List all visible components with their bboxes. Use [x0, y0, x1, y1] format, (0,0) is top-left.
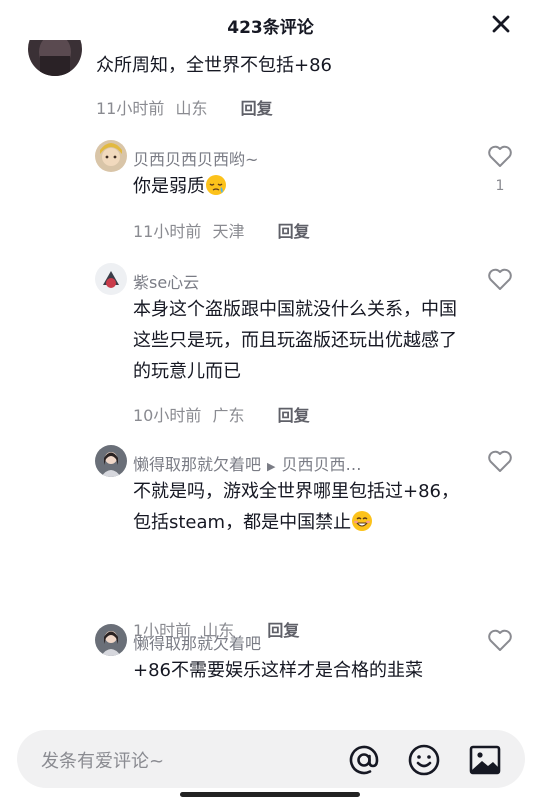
close-icon	[492, 15, 510, 33]
reply-to-username[interactable]: 贝西贝西…	[281, 455, 361, 474]
like-button[interactable]: 1	[487, 144, 513, 194]
comment-username[interactable]: 懒得取那就欠着吧	[133, 630, 261, 654]
comment-time: 11小时前	[133, 222, 202, 241]
comment-text: 你是弱质	[133, 176, 205, 197]
comment-text-row: 你是弱质	[133, 171, 463, 202]
grinning-face-emoji	[352, 511, 373, 531]
comment-location: 天津	[212, 222, 245, 241]
reply-button[interactable]: 回复	[241, 99, 273, 118]
comment-meta: 11小时前 天津 回复	[133, 218, 310, 242]
emoji-icon	[408, 744, 440, 776]
close-button[interactable]	[489, 12, 513, 36]
heart-icon	[488, 268, 512, 290]
avatar[interactable]	[95, 445, 127, 477]
like-button[interactable]	[487, 449, 513, 477]
reply-arrow-icon: ▶	[267, 460, 276, 473]
comment-username-row: 懒得取那就欠着吧 ▶ 贝西贝西…	[133, 451, 362, 475]
comment-meta: 10小时前 广东 回复	[133, 402, 310, 426]
heart-icon	[488, 145, 512, 167]
heart-icon	[488, 629, 512, 651]
like-button[interactable]	[487, 267, 513, 295]
comment-text: 不就是吗，游戏全世界哪里包括过+86，包括steam，都是中国禁止	[133, 481, 459, 533]
comment-username[interactable]: 紫se心云	[133, 269, 199, 293]
comment-text: 众所周知，全世界不包括+86	[96, 55, 332, 76]
comment-location: 广东	[212, 406, 245, 425]
comment-time: 10小时前	[133, 406, 202, 425]
like-count: 1	[495, 178, 505, 194]
home-indicator[interactable]	[180, 792, 360, 797]
emoji-button[interactable]	[407, 743, 441, 777]
comment-username[interactable]: 懒得取那就欠着吧	[133, 455, 261, 474]
avatar[interactable]	[95, 624, 127, 656]
comment-input-placeholder[interactable]: 发条有爱评论~	[41, 747, 164, 773]
comment-username[interactable]: 贝西贝西贝西哟~	[133, 146, 258, 170]
avatar[interactable]	[95, 140, 127, 172]
comment-count-title: 423条评论	[227, 18, 314, 38]
comment-time: 11小时前	[96, 99, 165, 118]
avatar[interactable]	[95, 263, 127, 295]
reply-button[interactable]: 回复	[267, 621, 299, 640]
reply-button[interactable]: 回复	[278, 406, 310, 425]
image-button[interactable]	[468, 743, 502, 777]
avatar[interactable]	[28, 40, 82, 76]
comment-text: +86不需要娱乐这样才是合格的韭菜	[133, 660, 423, 681]
heart-icon	[488, 450, 512, 472]
comment-meta: 11小时前 山东 回复	[96, 95, 273, 119]
comment-location: 山东	[175, 99, 208, 118]
at-icon	[349, 745, 379, 775]
comment-input-bar[interactable]: 发条有爱评论~	[17, 730, 525, 788]
comment-text-row: 不就是吗，游戏全世界哪里包括过+86，包括steam，都是中国禁止	[133, 476, 463, 538]
reply-button[interactable]: 回复	[278, 222, 310, 241]
comment-list[interactable]: 众所周知，全世界不包括+86 11小时前 山东 回复 贝西贝西贝西哟~ 你是弱质	[0, 40, 541, 720]
sleepy-face-emoji	[206, 175, 226, 195]
like-button[interactable]	[487, 628, 513, 656]
image-icon	[469, 745, 501, 775]
at-mention-button[interactable]	[347, 743, 381, 777]
comment-text: 本身这个盗版跟中国就没什么关系，中国这些只是玩，而且玩盗版还玩出优越感了的玩意儿…	[133, 299, 457, 382]
